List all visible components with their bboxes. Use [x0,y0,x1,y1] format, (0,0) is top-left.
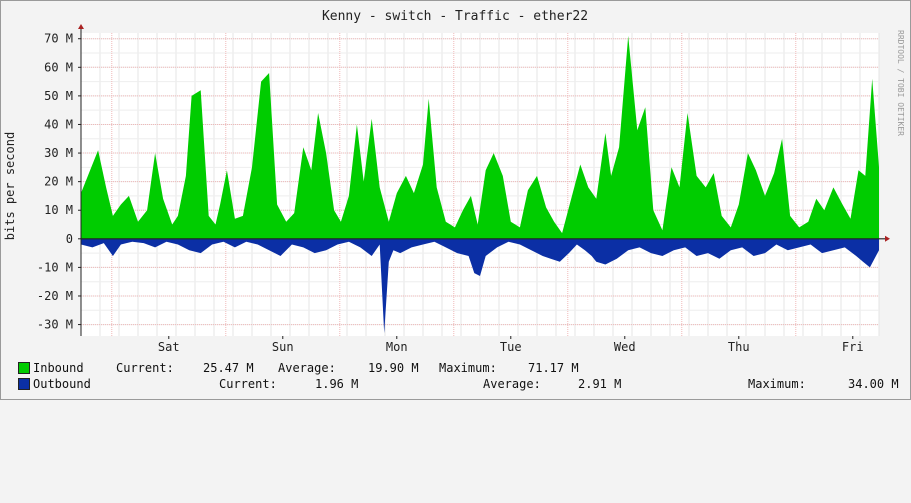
outbound-current-value: 1.96 M [315,377,359,391]
inbound-average-label: Average: [278,361,336,375]
y-tick-label: -30 M [37,318,73,332]
y-tick-label: 60 M [44,60,73,74]
outbound-current-label: Current: [219,377,277,391]
outbound-average-label: Average: [483,377,541,391]
y-axis-arrow [78,24,84,29]
x-tick-label: Fri [842,340,864,354]
inbound-swatch [18,362,30,374]
outbound-swatch [18,378,30,390]
inbound-current-value: 25.47 M [203,361,254,375]
chart-title: Kenny - switch - Traffic - ether22 [322,9,588,24]
outbound-maximum-label: Maximum: [748,377,806,391]
y-axis-label: bits per second [3,132,17,240]
outbound-maximum-value: 34.00 M [848,377,899,391]
x-tick-label: Tue [500,340,522,354]
inbound-label: Inbound [33,361,84,375]
x-ticks: Sat Sun Mon Tue Wed Thu Fri [158,336,864,354]
x-tick-label: Mon [386,340,408,354]
x-tick-label: Wed [614,340,636,354]
y-tick-label: 20 M [44,175,73,189]
y-tick-label: -20 M [37,289,73,303]
outbound-label: Outbound [33,377,91,391]
y-tick-label: 50 M [44,89,73,103]
y-tick-label: -10 M [37,260,73,274]
outbound-average-value: 2.91 M [578,377,622,391]
inbound-current-label: Current: [116,361,174,375]
legend-inbound: Inbound Current: 25.47 M Average: 19.90 … [18,361,579,375]
x-axis-arrow [885,235,890,242]
rrdtool-side-label: RRDTOOL / TOBI OETIKER [896,30,905,136]
inbound-maximum-value: 71.17 M [528,361,579,375]
traffic-chart: Kenny - switch - Traffic - ether22 bits … [3,9,905,354]
y-ticks: -30 M -20 M -10 M 0 10 M 20 M 30 M 40 M 50 M 60 M… [37,32,81,332]
y-tick-label: 10 M [44,203,73,217]
y-tick-label: 40 M [44,117,73,131]
y-tick-label: 30 M [44,146,73,160]
x-tick-label: Thu [728,340,750,354]
y-tick-label: 0 [66,232,73,246]
inbound-maximum-label: Maximum: [439,361,497,375]
x-tick-label: Sat [158,340,180,354]
legend-outbound: Outbound Current: 1.96 M Average: 2.91 M… [18,377,899,391]
inbound-average-value: 19.90 M [368,361,419,375]
y-tick-label: 70 M [44,32,73,46]
x-tick-label: Sun [272,340,294,354]
